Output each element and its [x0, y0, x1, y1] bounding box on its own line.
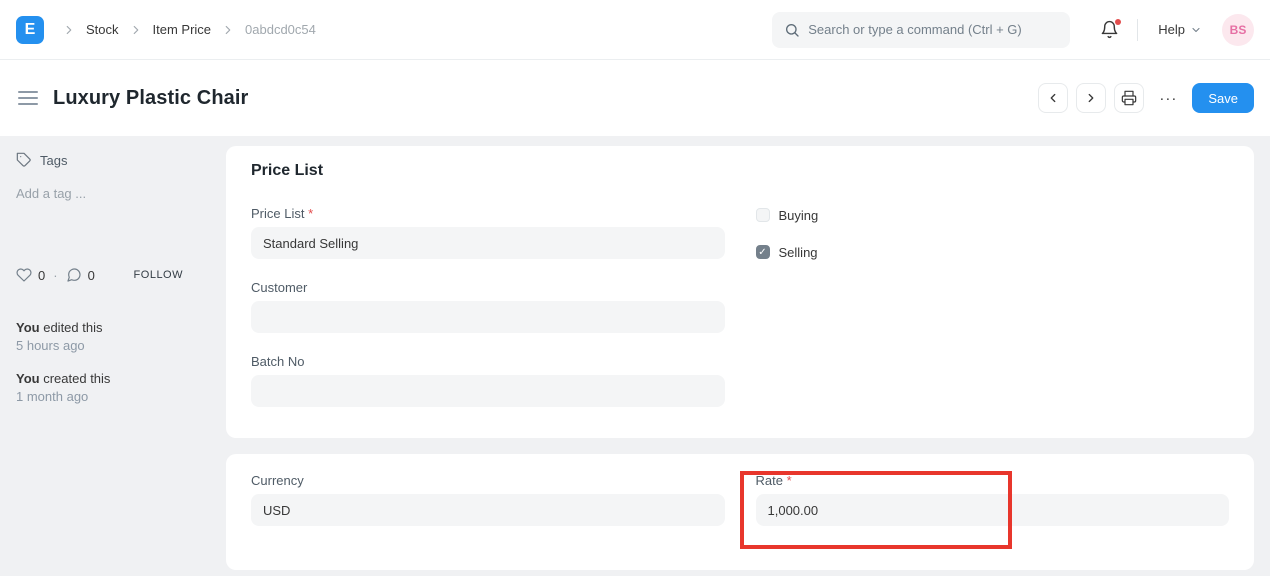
selling-checkbox-row[interactable]: ✓ Selling	[756, 244, 1230, 260]
social-row: 0 · 0 FOLLOW	[16, 267, 183, 283]
customer-input[interactable]	[251, 301, 725, 333]
previous-document-button[interactable]	[1038, 83, 1068, 113]
activity-timestamp: 5 hours ago	[16, 337, 183, 355]
document-sidebar: Tags Add a tag ... 0 · 0 FOLLOW You edit…	[0, 136, 211, 421]
selling-checkbox[interactable]: ✓	[756, 245, 770, 259]
rate-input[interactable]	[756, 494, 1230, 526]
help-menu[interactable]: Help	[1152, 21, 1208, 38]
chevron-right-icon	[221, 23, 235, 37]
customer-field: Customer	[251, 280, 725, 333]
chevron-left-icon	[1046, 91, 1060, 105]
activity-entry: You created this 1 month ago	[16, 370, 183, 406]
separator-dot: ·	[53, 268, 57, 283]
batch-no-label: Batch No	[251, 354, 725, 369]
buying-checkbox[interactable]: ✓	[756, 208, 770, 222]
tag-icon	[16, 152, 32, 168]
rate-label: Rate *	[756, 473, 1230, 488]
currency-field: Currency	[251, 473, 725, 526]
buying-label: Buying	[779, 208, 819, 223]
print-button[interactable]	[1114, 83, 1144, 113]
navbar-divider	[1137, 19, 1138, 41]
header-actions: ··· Save	[1038, 83, 1254, 113]
save-button[interactable]: Save	[1192, 83, 1254, 113]
notification-dot	[1115, 19, 1121, 25]
currency-input[interactable]	[251, 494, 725, 526]
customer-label: Customer	[251, 280, 725, 295]
required-asterisk: *	[308, 206, 313, 221]
selling-label: Selling	[779, 245, 818, 260]
content-area: Tags Add a tag ... 0 · 0 FOLLOW You edit…	[0, 136, 1270, 576]
batch-no-input[interactable]	[251, 375, 725, 407]
heart-icon[interactable]	[16, 267, 32, 283]
search-icon	[784, 22, 800, 38]
activity-action: created this	[43, 371, 110, 386]
activity-log: You edited this 5 hours ago You created …	[16, 319, 183, 406]
form-column-right: ✓ Buying ✓ Selling	[756, 206, 1230, 428]
printer-icon	[1121, 90, 1137, 106]
rate-field: Rate *	[756, 473, 1230, 526]
tags-section: Tags	[16, 152, 183, 168]
comment-count: 0	[88, 268, 95, 283]
like-count: 0	[38, 268, 45, 283]
help-label: Help	[1158, 22, 1185, 37]
hamburger-icon	[18, 90, 38, 106]
activity-entry: You edited this 5 hours ago	[16, 319, 183, 355]
buying-checkbox-row[interactable]: ✓ Buying	[756, 207, 1230, 223]
page-title: Luxury Plastic Chair	[53, 87, 248, 110]
currency-rate-section: Currency Rate *	[226, 454, 1254, 570]
navbar-right: Help BS	[1096, 14, 1254, 46]
add-tag-link[interactable]: Add a tag ...	[16, 186, 183, 201]
comment-icon[interactable]	[66, 267, 82, 283]
global-search	[772, 12, 1070, 48]
avatar-initials: BS	[1230, 23, 1247, 37]
ellipsis-icon: ···	[1159, 90, 1177, 107]
notifications-button[interactable]	[1096, 16, 1123, 43]
chevron-right-icon	[1084, 91, 1098, 105]
activity-action: edited this	[43, 320, 102, 335]
breadcrumb-item-price[interactable]: Item Price	[153, 22, 212, 37]
price-list-field: Price List *	[251, 206, 725, 259]
currency-label: Currency	[251, 473, 725, 488]
follow-button[interactable]: FOLLOW	[134, 269, 183, 281]
section-heading: Price List	[251, 162, 1229, 180]
batch-no-field: Batch No	[251, 354, 725, 407]
required-asterisk: *	[787, 473, 792, 488]
chevron-right-icon	[129, 23, 143, 37]
price-list-label: Price List *	[251, 206, 725, 221]
sidebar-toggle-button[interactable]	[16, 88, 40, 108]
app-logo-letter: E	[25, 21, 36, 39]
tags-label: Tags	[40, 153, 67, 168]
price-list-input[interactable]	[251, 227, 725, 259]
avatar[interactable]: BS	[1222, 14, 1254, 46]
activity-actor: You	[16, 371, 40, 386]
breadcrumb-docname: 0abdcd0c54	[245, 22, 316, 37]
app-logo[interactable]: E	[16, 16, 44, 44]
top-navbar: E Stock Item Price 0abdcd0c54 Help	[0, 0, 1270, 60]
chevron-down-icon	[1190, 24, 1202, 36]
breadcrumb-stock[interactable]: Stock	[86, 22, 119, 37]
activity-actor: You	[16, 320, 40, 335]
form-area: Price List Price List * Customer Batch N…	[226, 136, 1254, 570]
next-document-button[interactable]	[1076, 83, 1106, 113]
chevron-right-icon	[62, 23, 76, 37]
search-input[interactable]	[772, 12, 1070, 48]
price-list-section: Price List Price List * Customer Batch N…	[226, 146, 1254, 438]
breadcrumb: E Stock Item Price 0abdcd0c54	[16, 16, 316, 44]
activity-timestamp: 1 month ago	[16, 388, 183, 406]
page-header: Luxury Plastic Chair ··· Save	[0, 60, 1270, 136]
more-options-button[interactable]: ···	[1152, 83, 1184, 113]
form-column-left: Price List * Customer Batch No	[251, 206, 725, 428]
